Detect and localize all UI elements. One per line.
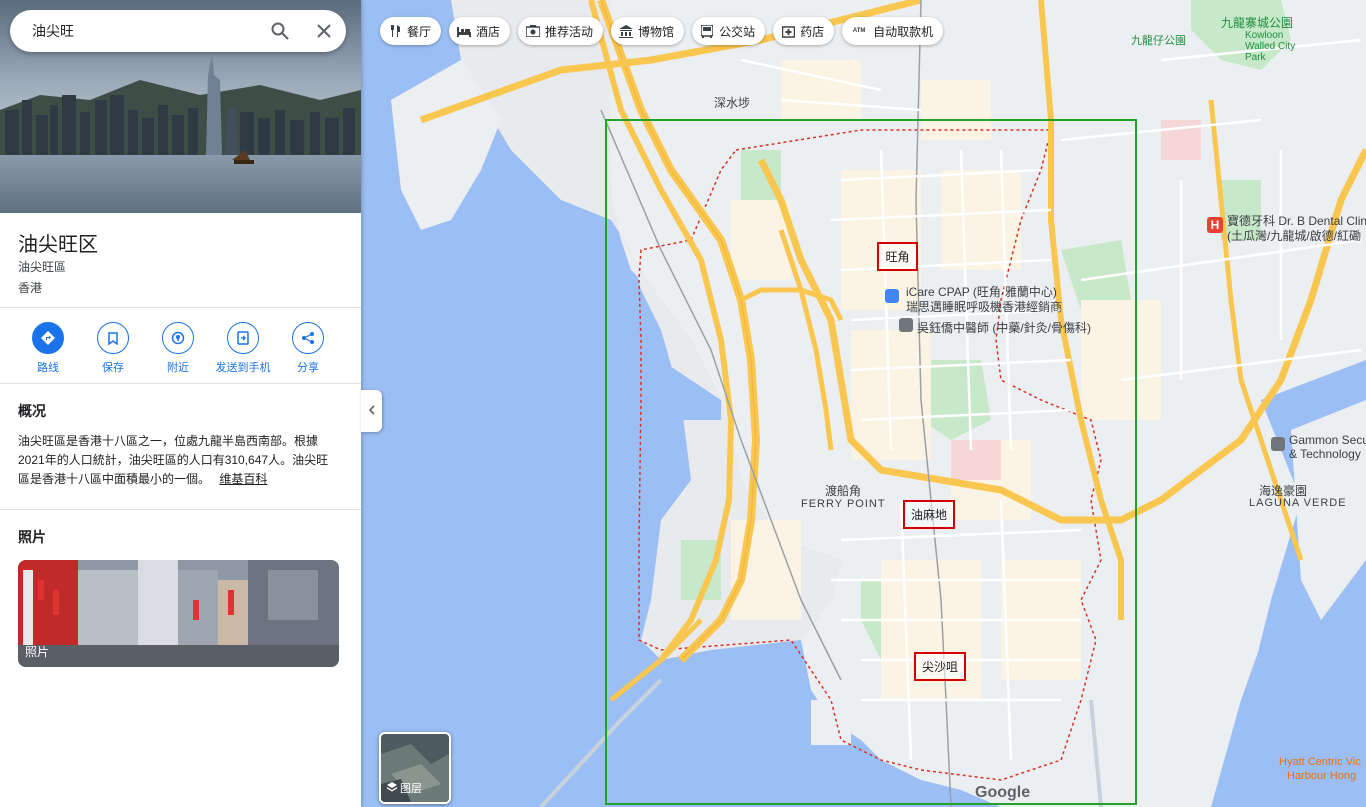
place-panel: 油尖旺 油尖旺区 油尖旺區 香港 路线 保存 附近 发送到手机 分享 概况 油尖… (0, 0, 361, 807)
label-gammon[interactable]: Gammon Secu (1289, 433, 1366, 447)
layers-label: 图层 (400, 783, 422, 795)
photo-label: 照片 (25, 645, 50, 659)
chip-label: 博物馆 (638, 24, 675, 39)
search-box[interactable]: 油尖旺 (10, 10, 346, 52)
chip-label: 餐厅 (407, 24, 432, 39)
label-kowloon-walled-en: Kowloon Walled City Park (1245, 30, 1296, 63)
area-highlight-box (605, 119, 1137, 805)
close-icon[interactable] (302, 10, 346, 52)
directions-icon (32, 322, 64, 354)
chip-label: 药店 (800, 24, 825, 39)
label-hyatt-2: Harbour Hong (1287, 770, 1357, 782)
pharmacy-icon (781, 24, 795, 38)
bus-icon (700, 24, 714, 38)
overview-body: 油尖旺區是香港十八區之一，位處九龍半島西南部。根據2021年的人口統計，油尖旺區… (18, 434, 329, 486)
share-icon (292, 322, 324, 354)
label-mongkok[interactable]: 旺角 (877, 242, 918, 271)
label-kowloon-walled-cn: 九龍寨城公園 (1221, 16, 1294, 30)
chip-label: 公交站 (719, 24, 756, 39)
label-yaumatei[interactable]: 油麻地 (903, 500, 955, 529)
divider (0, 307, 361, 308)
share-button[interactable]: 分享 (278, 322, 338, 375)
send-to-phone-label: 发送到手机 (215, 362, 271, 374)
street-photo (18, 560, 339, 667)
action-bar: 路线 保存 附近 发送到手机 分享 (0, 322, 361, 378)
museum-icon (619, 24, 634, 38)
bookmark-icon (97, 322, 129, 354)
label-tst[interactable]: 尖沙咀 (914, 652, 966, 681)
hotel-icon (457, 24, 472, 38)
restaurant-icon (388, 24, 402, 38)
atm-icon: ATM (852, 28, 866, 34)
chip-bus-stop[interactable]: 公交站 (692, 17, 766, 45)
category-chips: 餐厅 酒店 推荐活动 博物馆 公交站 药店 ATM 自动取款机 (380, 17, 944, 45)
chip-museum[interactable]: 博物馆 (611, 17, 685, 45)
overview-heading: 概况 (18, 403, 46, 419)
photos-heading: 照片 (18, 529, 46, 545)
layers-button[interactable]: 图层 (379, 732, 451, 804)
place-region: 香港 (18, 281, 43, 295)
label-shamshuipo: 深水埗 (714, 96, 751, 110)
chip-activities[interactable]: 推荐活动 (518, 17, 604, 45)
send-to-phone-button[interactable]: 发送到手机 (213, 322, 273, 375)
place-subtitle: 油尖旺區 (18, 260, 67, 274)
label-laguna-en: LAGUNA VERDE (1249, 497, 1347, 509)
overview-text: 油尖旺區是香港十八區之一，位處九龍半島西南部。根據2021年的人口統計，油尖旺區… (18, 432, 336, 489)
gammon-pin-icon[interactable] (1271, 437, 1285, 451)
label-gammon-2: & Technology (1289, 447, 1361, 461)
wikipedia-link[interactable]: 维基百科 (219, 472, 267, 486)
divider (0, 383, 361, 384)
chip-pharmacy[interactable]: 药店 (773, 17, 835, 45)
share-label: 分享 (297, 362, 319, 374)
chip-label: 推荐活动 (545, 24, 594, 39)
label-dental-2: (土瓜灣/九龍城/啟德/紅磡 (1227, 229, 1361, 243)
save-label: 保存 (102, 362, 124, 374)
hospital-icon[interactable]: H (1207, 217, 1223, 233)
nearby-button[interactable]: 附近 (148, 322, 208, 375)
send-to-phone-icon (227, 322, 259, 354)
google-logo: Google (975, 784, 1031, 801)
layers-icon (387, 781, 397, 795)
place-title: 油尖旺区 (18, 234, 98, 256)
chevron-left-icon (368, 402, 375, 420)
save-button[interactable]: 保存 (83, 322, 143, 375)
chip-label: 自动取款机 (873, 24, 934, 39)
chip-label: 酒店 (476, 24, 501, 39)
chip-restaurant[interactable]: 餐厅 (380, 17, 442, 45)
directions-button[interactable]: 路线 (18, 322, 78, 375)
search-input[interactable]: 油尖旺 (10, 21, 258, 41)
label-hyatt[interactable]: Hyatt Centric Vic (1279, 756, 1361, 768)
label-kowloon-tsai: 九龍仔公園 (1131, 35, 1186, 47)
search-icon[interactable] (258, 10, 302, 52)
divider (0, 509, 361, 510)
chip-atm[interactable]: ATM 自动取款机 (842, 17, 944, 45)
photo-thumbnail[interactable]: 照片 (18, 560, 339, 667)
directions-label: 路线 (37, 362, 59, 374)
layers-label-wrap: 图层 (387, 780, 422, 796)
camera-icon (526, 24, 541, 38)
chip-hotel[interactable]: 酒店 (449, 17, 511, 45)
collapse-panel-button[interactable] (361, 390, 382, 432)
nearby-icon (162, 322, 194, 354)
nearby-label: 附近 (167, 362, 189, 374)
